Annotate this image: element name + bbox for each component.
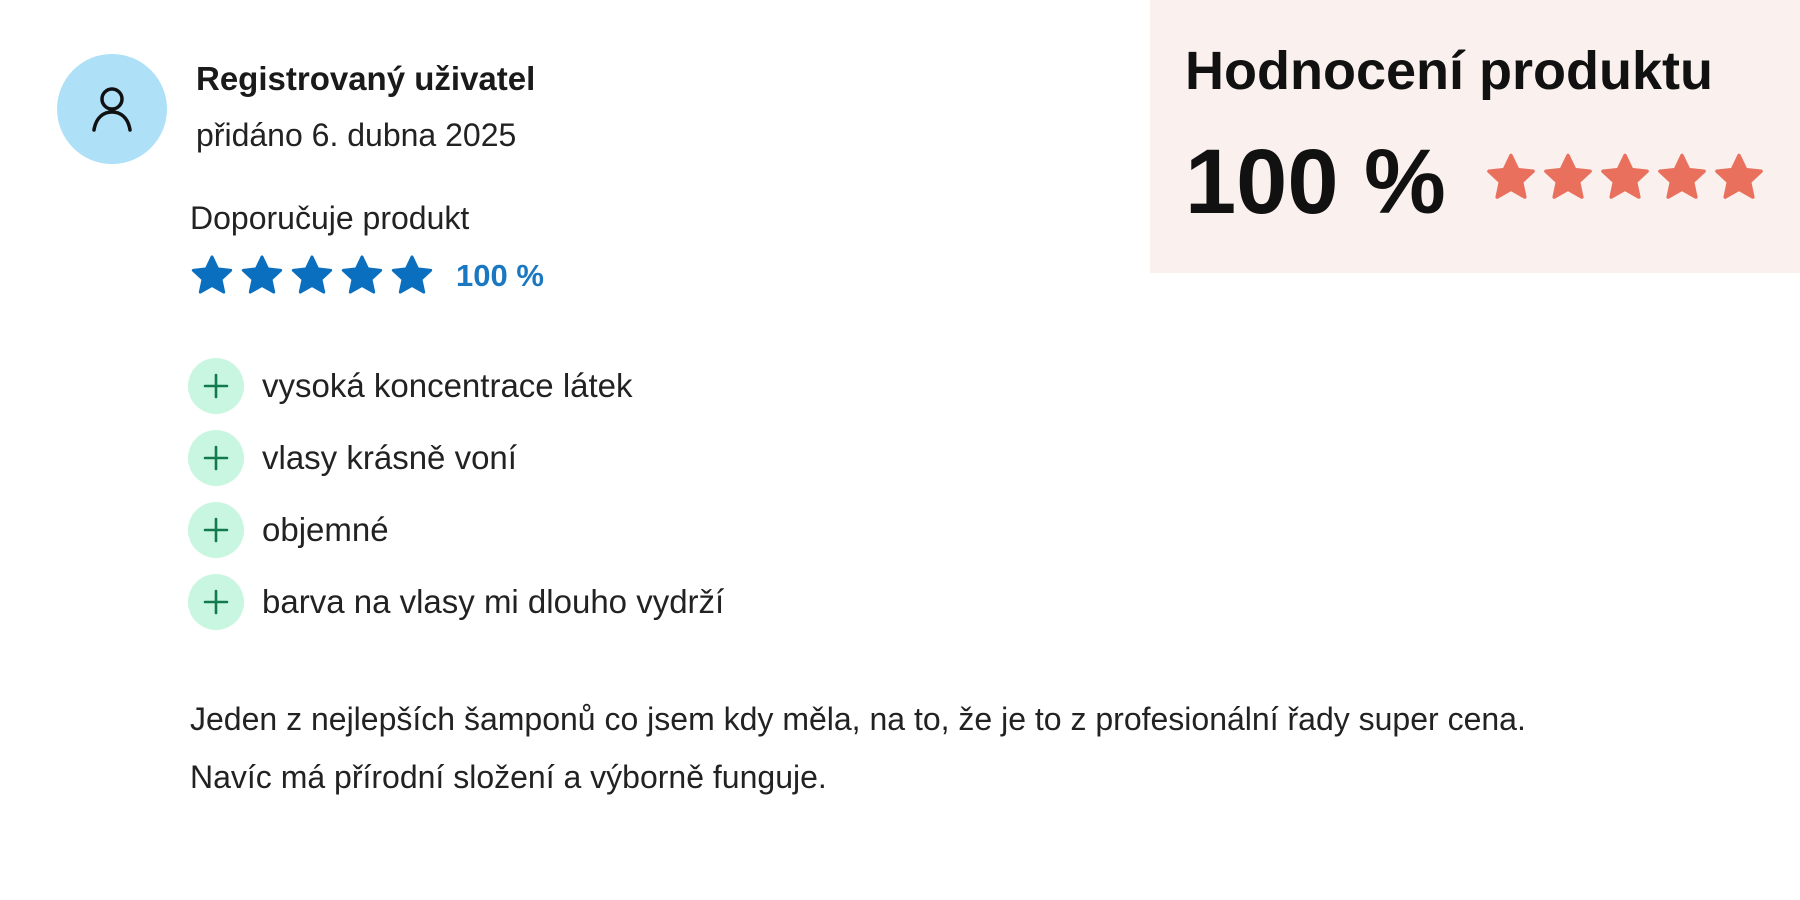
star-icon (341, 255, 383, 294)
plus-badge (188, 358, 244, 414)
review-text-line: Navíc má přírodní složení a výborně fung… (190, 759, 827, 795)
review-date: přidáno 6. dubna 2025 (196, 117, 517, 153)
user-icon (92, 87, 132, 132)
pro-label: vysoká koncentrace látek (262, 367, 633, 404)
product-rating-stars (1485, 152, 1770, 204)
plus-icon (203, 373, 229, 399)
review-text: Jeden z nejlepších šamponů co jsem kdy m… (190, 690, 1750, 806)
review-rating: 100 % (190, 254, 544, 298)
star-icon (1487, 153, 1535, 199)
plus-icon (203, 517, 229, 543)
pro-item: objemné (188, 502, 724, 558)
star-icon (1715, 153, 1763, 199)
product-rating-score: 100 % (1185, 131, 1446, 233)
plus-icon (203, 445, 229, 471)
review-text-line: Jeden z nejlepších šamponů co jsem kdy m… (190, 701, 1526, 737)
plus-badge (188, 430, 244, 486)
pro-item: barva na vlasy mi dlouho vydrží (188, 574, 724, 630)
pro-label: vlasy krásně voní (262, 439, 517, 476)
product-rating-panel: Hodnocení produktu 100 % (1150, 0, 1800, 273)
recommend-label: Doporučuje produkt (190, 200, 470, 236)
star-icon (241, 255, 283, 294)
pro-label: barva na vlasy mi dlouho vydrží (262, 583, 725, 620)
review-stars (190, 254, 440, 298)
plus-icon (203, 589, 229, 615)
star-icon (1658, 153, 1706, 199)
star-icon (1544, 153, 1592, 199)
star-icon (191, 255, 233, 294)
star-icon (1601, 153, 1649, 199)
pro-item: vysoká koncentrace látek (188, 358, 724, 414)
pro-label: objemné (262, 511, 389, 548)
avatar (57, 54, 167, 164)
pros-list: vysoká koncentrace látek vlasy krásně von… (188, 358, 724, 646)
plus-badge (188, 574, 244, 630)
review-page: Registrovaný uživatel přidáno 6. dubna 2… (0, 0, 1800, 900)
plus-badge (188, 502, 244, 558)
star-icon (291, 255, 333, 294)
product-rating-title: Hodnocení produktu (1185, 41, 1713, 101)
review-author: Registrovaný uživatel (196, 60, 536, 97)
star-icon (391, 255, 433, 294)
rating-percent: 100 % (456, 258, 544, 293)
pro-item: vlasy krásně voní (188, 430, 724, 486)
